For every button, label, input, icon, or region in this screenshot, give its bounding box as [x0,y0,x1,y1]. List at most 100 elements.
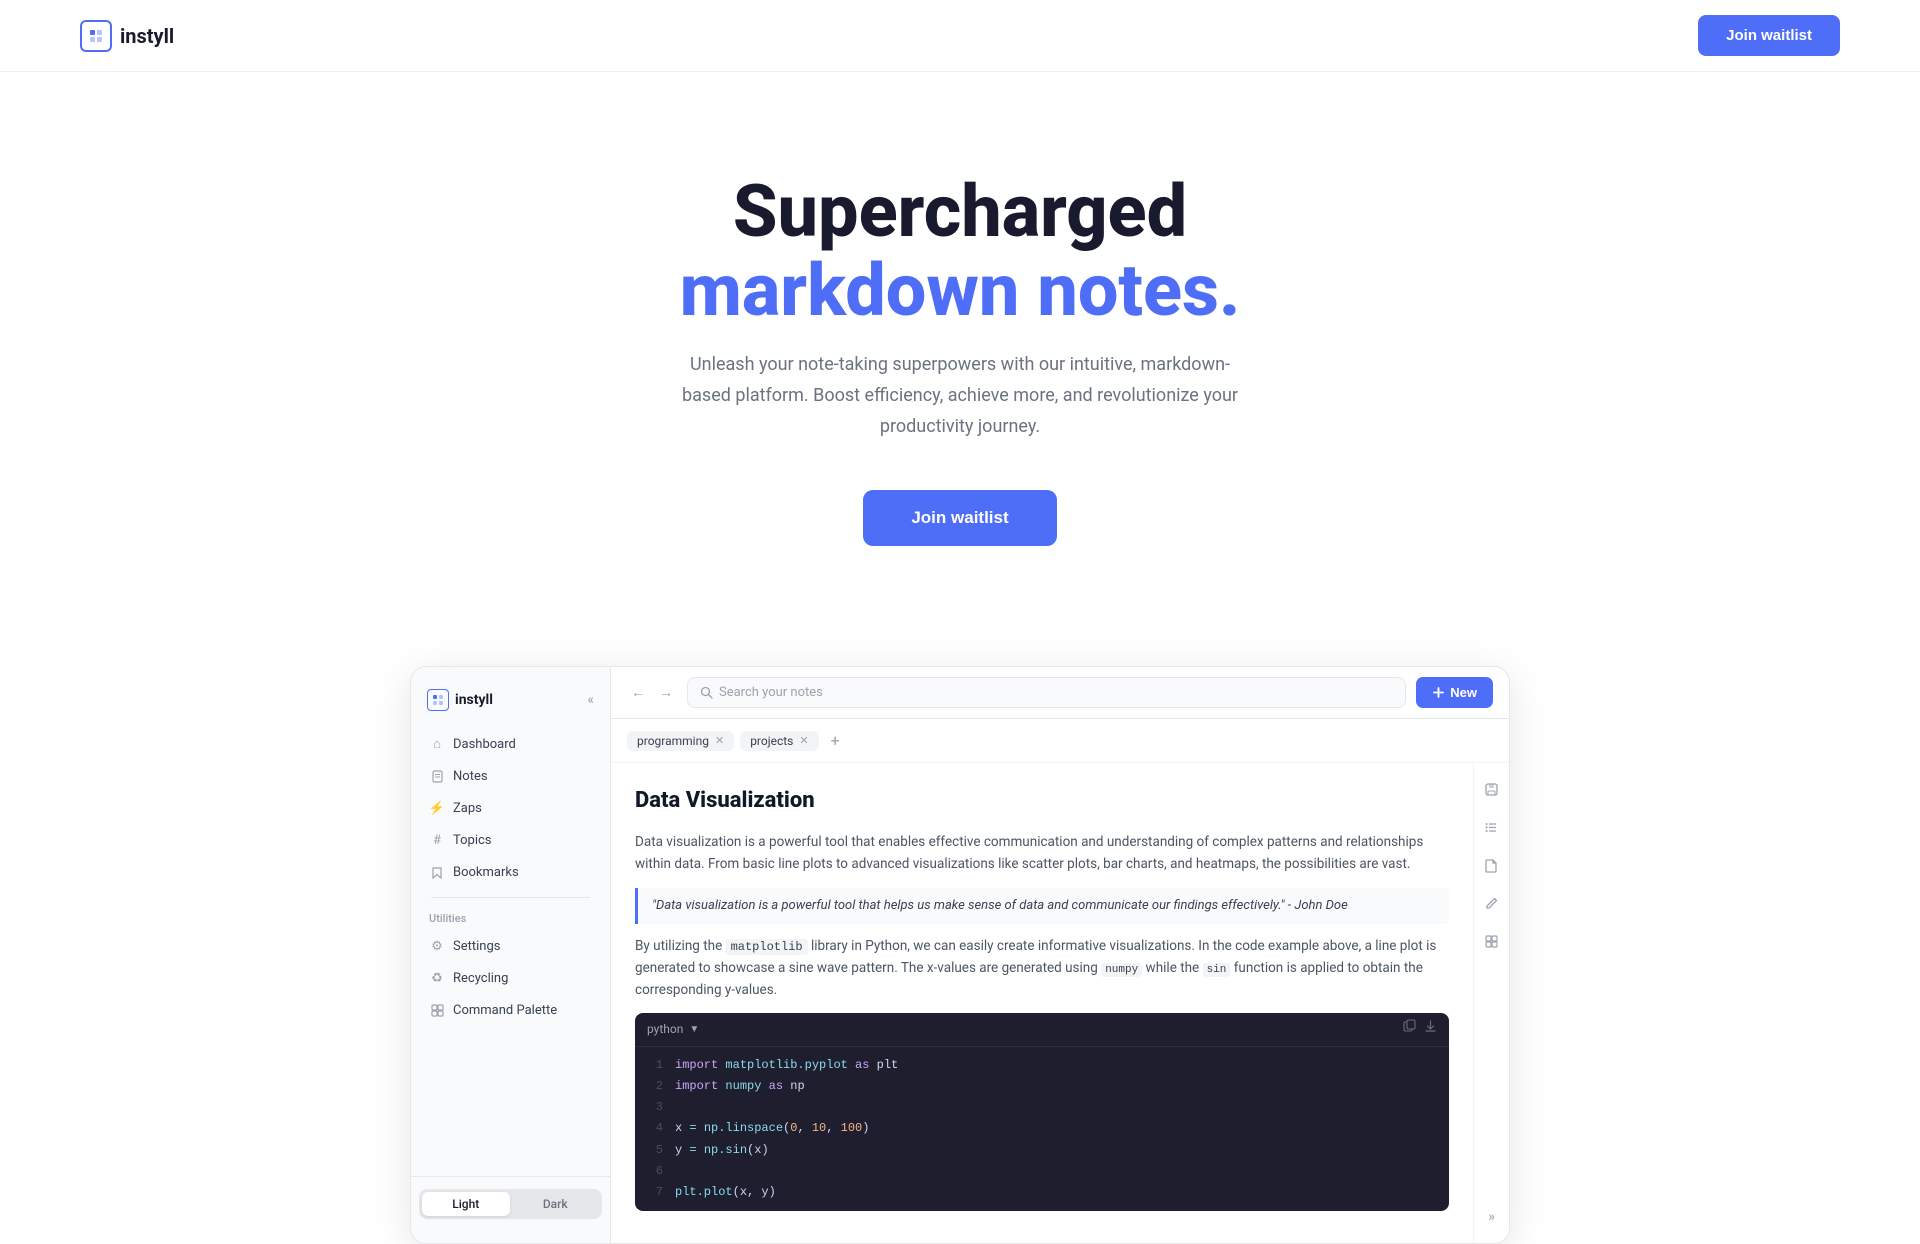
code-line-4: 4 x = np.linspace(0, 10, 100) [635,1118,1449,1139]
editor-right-bar: » [1473,763,1509,1243]
editor-file-button[interactable] [1478,851,1506,879]
sidebar-item-notes[interactable]: Notes [419,761,602,791]
download-code-button[interactable] [1424,1019,1437,1040]
back-arrow-button[interactable]: ← [627,682,649,703]
sidebar-bookmarks-label: Bookmarks [453,865,519,880]
sidebar-divider [431,897,590,898]
editor-save-button[interactable] [1478,775,1506,803]
sidebar-item-dashboard[interactable]: ⌂ Dashboard [419,729,602,759]
zap-icon: ⚡ [429,800,445,816]
editor-content[interactable]: Data Visualization Data visualization is… [611,763,1473,1243]
sidebar-logo-row: instyll « [411,683,610,729]
hero-title-colored: markdown notes. [680,248,1241,333]
sidebar-zaps-label: Zaps [453,801,482,816]
note-title: Data Visualization [635,783,1449,818]
main-content: ← → Search your notes New programming ✕ [611,667,1509,1243]
tag-add-button[interactable]: + [825,729,846,752]
sidebar-item-zaps[interactable]: ⚡ Zaps [419,793,602,823]
code-line-3: 3 [635,1097,1449,1118]
forward-arrow-button[interactable]: → [655,682,677,703]
copy-code-button[interactable] [1403,1019,1416,1040]
inline-code-numpy: numpy [1101,963,1142,977]
tag-programming-close[interactable]: ✕ [715,734,724,747]
sidebar-theme-toggle: Light Dark [411,1176,610,1227]
code-lines: 1 import matplotlib.pyplot as plt 2 impo… [635,1047,1449,1211]
grid-icon: # [429,832,445,848]
code-lang: python ▼ [647,1020,699,1039]
code-block-header: python ▼ [635,1013,1449,1047]
plus-icon [1432,686,1445,699]
tags-row: programming ✕ projects ✕ + [611,719,1509,763]
tag-projects[interactable]: projects ✕ [740,731,818,751]
sidebar-item-topics[interactable]: # Topics [419,825,602,855]
navbar: instyll Join waitlist [0,0,1920,72]
editor-wrapper: Data Visualization Data visualization is… [611,763,1509,1243]
tag-projects-close[interactable]: ✕ [799,734,808,747]
nav-arrows: ← → [627,682,677,703]
sidebar-nav: ⌂ Dashboard Notes ⚡ Zaps # Topics [411,729,610,1168]
sidebar-logo: instyll [427,689,493,711]
hero-title: Supercharged markdown notes. [20,172,1900,330]
editor-blockquote: "Data visualization is a powerful tool t… [635,888,1449,925]
gear-icon: ⚙ [429,938,445,954]
code-line-7: 7 plt.plot(x, y) [635,1182,1449,1203]
sidebar-notes-label: Notes [453,769,488,784]
search-icon [700,686,713,699]
editor-list-button[interactable] [1478,813,1506,841]
tag-programming[interactable]: programming ✕ [627,731,734,751]
search-placeholder: Search your notes [719,685,823,700]
new-note-button[interactable]: New [1416,677,1493,708]
code-line-2: 2 import numpy as np [635,1076,1449,1097]
hero-subtitle: Unleash your note-taking superpowers wit… [680,350,1240,442]
editor-grid-button[interactable] [1478,927,1506,955]
sidebar-logo-text: instyll [455,692,493,708]
code-block: python ▼ [635,1013,1449,1211]
sidebar-utilities-label: Utilities [419,908,602,931]
nav-join-waitlist-button[interactable]: Join waitlist [1698,15,1840,56]
editor-expand-button[interactable]: » [1478,1203,1506,1231]
hero-title-line1: Supercharged [733,169,1187,254]
tag-projects-label: projects [750,734,793,748]
sidebar-topics-label: Topics [453,833,492,848]
hero-title-down: down [845,248,1019,333]
search-bar[interactable]: Search your notes [687,677,1406,708]
bookmark-icon [429,864,445,880]
sidebar: instyll « ⌂ Dashboard Notes ⚡ Zaps [411,667,611,1243]
inline-code-sin: sin [1203,963,1231,977]
app-mockup: instyll « ⌂ Dashboard Notes ⚡ Zaps [410,666,1510,1244]
sidebar-logo-icon [427,689,449,711]
new-btn-label: New [1450,685,1477,700]
code-actions [1403,1019,1437,1040]
logo[interactable]: instyll [80,20,174,52]
editor-paragraph-2: By utilizing the matplotlib library in P… [635,936,1449,1001]
tag-programming-label: programming [637,734,709,748]
sidebar-settings-label: Settings [453,939,500,954]
hero-title-mark: mark [680,248,846,333]
theme-light-button[interactable]: Light [422,1192,510,1216]
sidebar-item-recycling[interactable]: ♻ Recycling [419,963,602,993]
code-line-6: 6 [635,1161,1449,1182]
sidebar-item-label: Dashboard [453,737,516,752]
sidebar-collapse-button[interactable]: « [587,692,594,708]
house-icon: ⌂ [429,736,445,752]
hero-join-waitlist-button[interactable]: Join waitlist [863,490,1056,546]
sidebar-item-bookmarks[interactable]: Bookmarks [419,857,602,887]
code-lang-label: python [647,1020,683,1039]
code-lang-dropdown[interactable]: ▼ [689,1022,699,1038]
hero-section: Supercharged markdown notes. Unleash you… [0,72,1920,606]
recycle-icon: ♻ [429,970,445,986]
logo-text: instyll [120,24,174,48]
sidebar-command-palette-label: Command Palette [453,1003,557,1018]
sidebar-item-settings[interactable]: ⚙ Settings [419,931,602,961]
sidebar-recycling-label: Recycling [453,971,508,986]
theme-dark-button[interactable]: Dark [512,1192,600,1216]
code-line-5: 5 y = np.sin(x) [635,1140,1449,1161]
editor-pen-button[interactable] [1478,889,1506,917]
main-toolbar: ← → Search your notes New [611,667,1509,719]
hero-title-notes: notes. [1019,248,1240,333]
sidebar-item-command-palette[interactable]: Command Palette [419,995,602,1025]
file-icon [429,768,445,784]
palette-icon [429,1002,445,1018]
theme-toggle[interactable]: Light Dark [419,1189,602,1219]
inline-code-matplotlib: matplotlib [726,939,808,955]
